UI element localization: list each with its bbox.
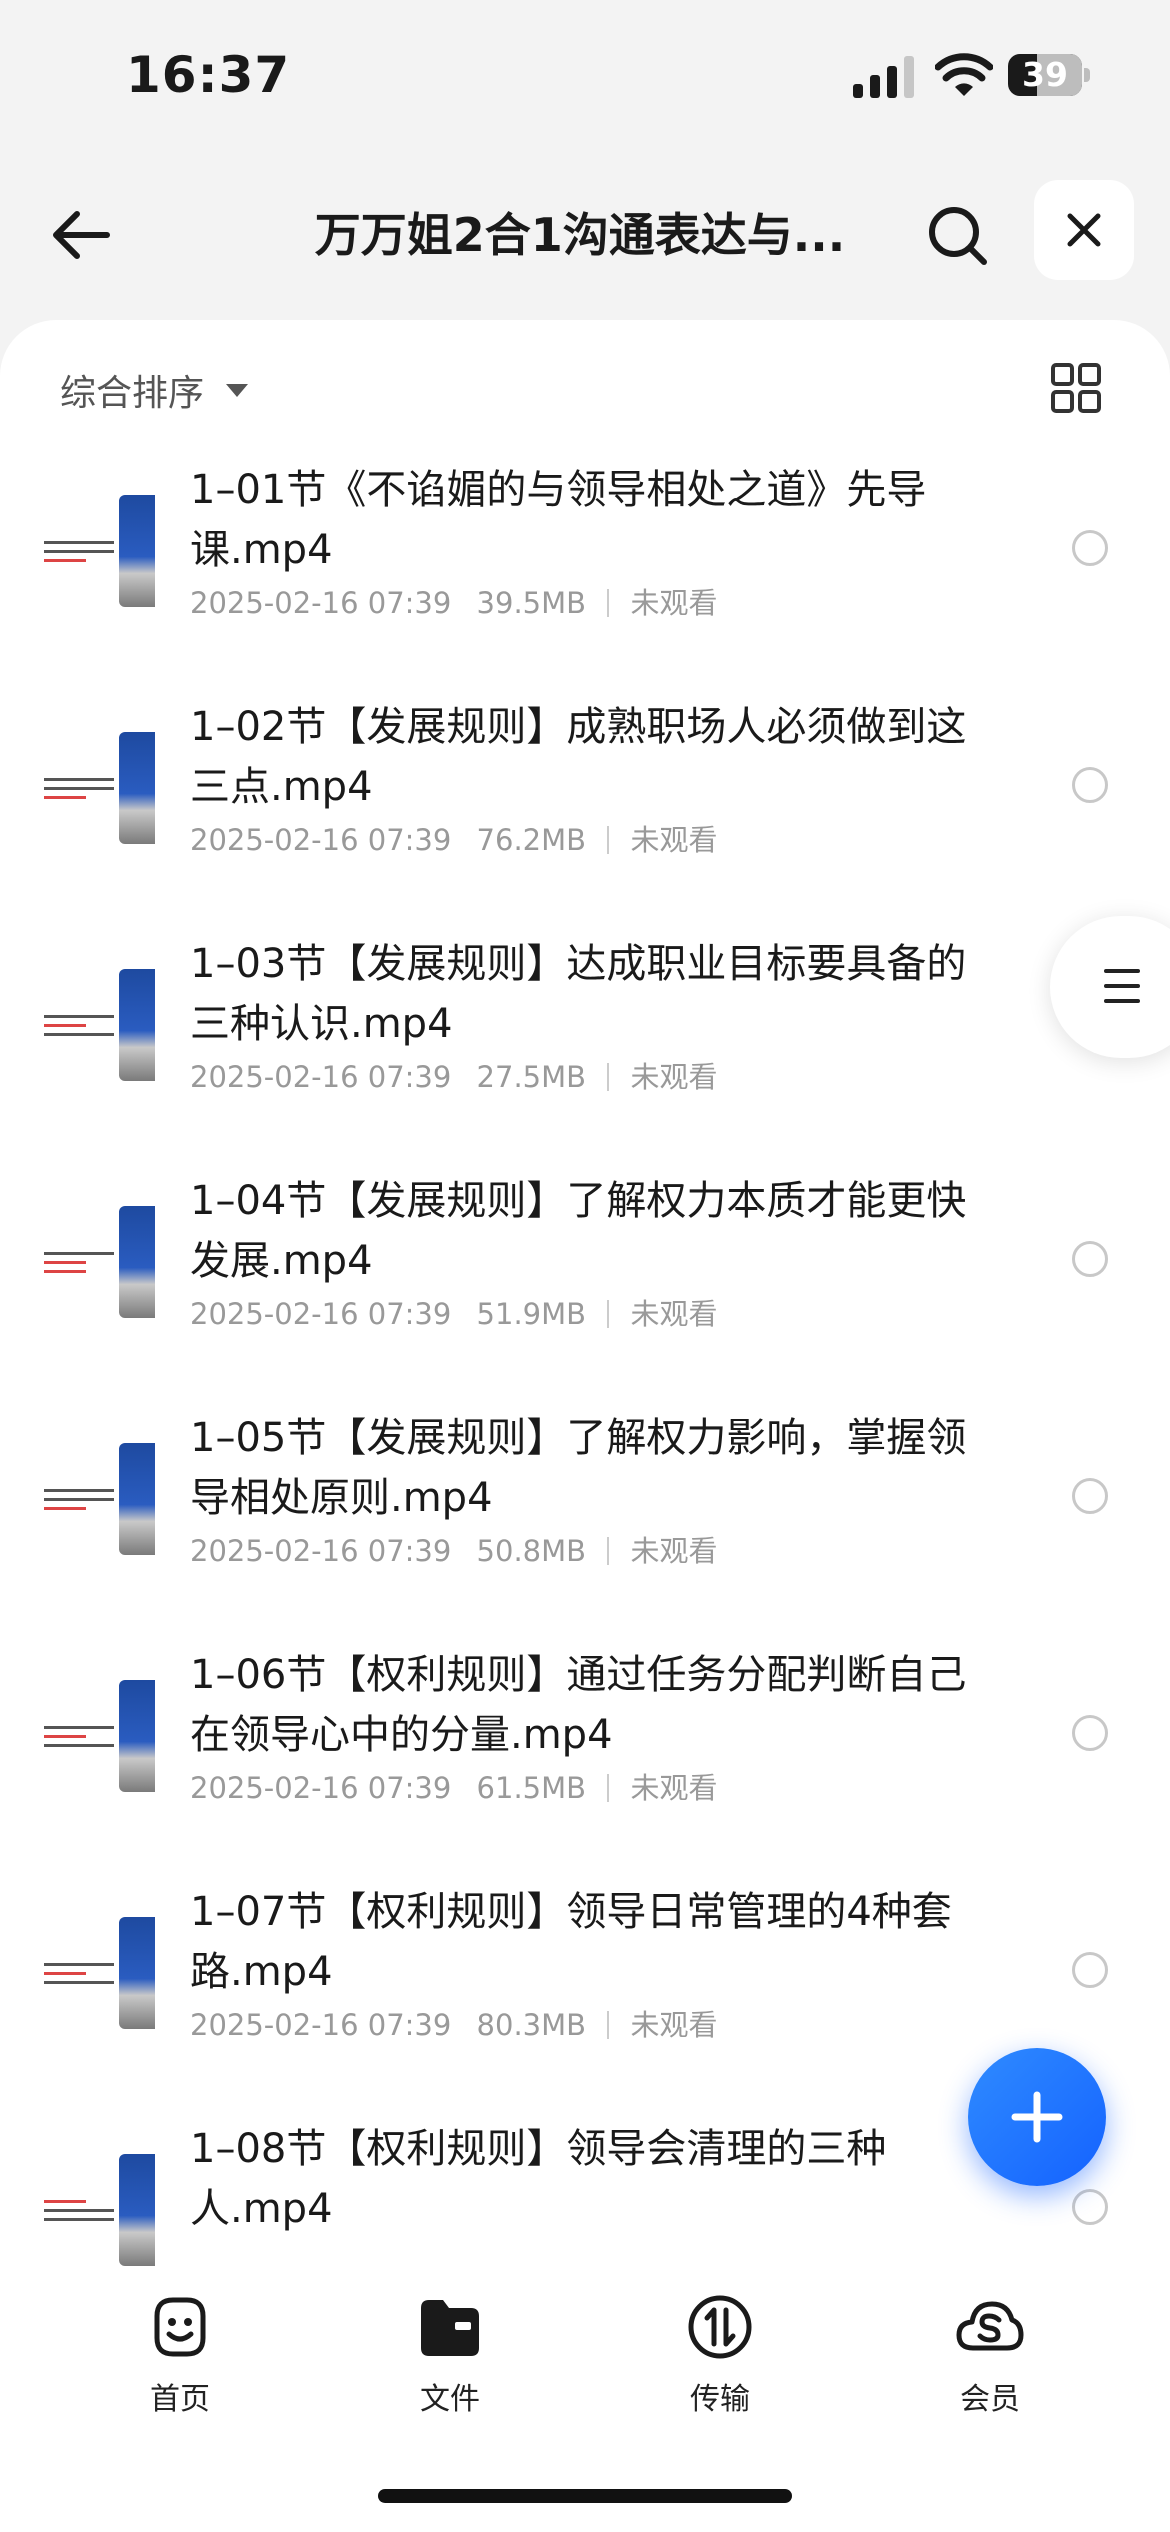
file-date: 2025-02-16 07:39	[190, 2008, 452, 2042]
file-size: 76.2MB	[476, 823, 587, 857]
tab-files[interactable]: 文件	[370, 2292, 530, 2418]
file-item[interactable]: 1–04节【发展规则】了解权力本质才能更快发展.mp4 2025-02-16 0…	[0, 1161, 1170, 1398]
watch-status: 未观看	[630, 1534, 718, 1568]
tab-label: 会员	[960, 2382, 1020, 2417]
file-meta: 2025-02-16 07:39 39.5MB 未观看	[190, 580, 718, 622]
video-thumbnail	[40, 1206, 155, 1318]
cellular-signal-icon	[853, 56, 914, 98]
video-thumbnail	[40, 495, 155, 607]
video-thumbnail	[40, 2154, 155, 2266]
file-date: 2025-02-16 07:39	[190, 1534, 452, 1568]
video-thumbnail	[40, 1680, 155, 1792]
menu-icon	[1104, 969, 1140, 1014]
file-item[interactable]: 1–01节《不谄媚的与领导相处之道》先导课.mp4 2025-02-16 07:…	[0, 450, 1170, 687]
tab-home[interactable]: 首页	[100, 2292, 260, 2418]
plus-icon	[1011, 2091, 1063, 2143]
status-bar: 16:37 39	[0, 0, 1170, 150]
smile-face-icon	[154, 2297, 206, 2357]
file-meta: 2025-02-16 07:39 80.3MB 未观看	[190, 2002, 718, 2044]
select-radio[interactable]	[1072, 1715, 1108, 1751]
file-date: 2025-02-16 07:39	[190, 1060, 452, 1094]
cloud-s-icon	[956, 2301, 1024, 2351]
file-meta: 2025-02-16 07:39 76.2MB 未观看	[190, 817, 718, 859]
file-name: 1–07节【权利规则】领导日常管理的4种套路.mp4	[190, 1889, 952, 1995]
folder-icon	[421, 2300, 479, 2356]
watch-status: 未观看	[630, 1297, 718, 1331]
file-size: 80.3MB	[476, 2008, 587, 2042]
video-thumbnail	[40, 732, 155, 844]
select-radio[interactable]	[1072, 1952, 1108, 1988]
file-date: 2025-02-16 07:39	[190, 586, 452, 620]
select-radio[interactable]	[1072, 767, 1108, 803]
file-name: 1–05节【发展规则】了解权力影响，掌握领导相处原则.mp4	[190, 1415, 967, 1521]
tab-label: 文件	[420, 2382, 480, 2417]
home-indicator	[378, 2489, 792, 2503]
file-list: 1–01节《不谄媚的与领导相处之道》先导课.mp4 2025-02-16 07:…	[0, 450, 1170, 2270]
tab-vip[interactable]: 会员	[910, 2292, 1070, 2418]
select-radio[interactable]	[1072, 2189, 1108, 2225]
tab-label: 传输	[690, 2382, 750, 2417]
battery-level: 39	[1022, 55, 1068, 94]
status-time: 16:37	[126, 46, 291, 104]
transfer-icon	[688, 2295, 752, 2359]
file-meta: 2025-02-16 07:39 50.8MB 未观看	[190, 1528, 718, 1570]
close-button[interactable]	[1034, 180, 1134, 280]
file-item[interactable]: 1–05节【发展规则】了解权力影响，掌握领导相处原则.mp4 2025-02-1…	[0, 1398, 1170, 1635]
header: 万万姐2合1沟通表达与...	[0, 160, 1170, 310]
video-thumbnail	[40, 1443, 155, 1555]
video-thumbnail	[40, 1917, 155, 2029]
watch-status: 未观看	[630, 586, 718, 620]
file-date: 2025-02-16 07:39	[190, 1297, 452, 1331]
back-arrow-icon	[53, 211, 110, 259]
select-radio[interactable]	[1072, 530, 1108, 566]
video-thumbnail	[40, 969, 155, 1081]
file-size: 27.5MB	[476, 1060, 587, 1094]
file-name: 1–02节【发展规则】成熟职场人必须做到这三点.mp4	[190, 704, 967, 810]
search-button[interactable]	[918, 196, 998, 276]
tab-transfer[interactable]: 传输	[640, 2292, 800, 2418]
file-name: 1–04节【发展规则】了解权力本质才能更快发展.mp4	[190, 1178, 967, 1284]
file-meta: 2025-02-16 07:39 61.5MB 未观看	[190, 1765, 718, 1807]
file-item[interactable]: 1–03节【发展规则】达成职业目标要具备的三种认识.mp4 2025-02-16…	[0, 924, 1170, 1161]
file-size: 50.8MB	[476, 1534, 587, 1568]
file-size: 51.9MB	[476, 1297, 587, 1331]
file-name: 1–03节【发展规则】达成职业目标要具备的三种认识.mp4	[190, 941, 967, 1047]
add-button[interactable]	[968, 2048, 1106, 2186]
file-name: 1–01节《不谄媚的与领导相处之道》先导课.mp4	[190, 467, 927, 573]
grid-view-icon[interactable]	[1050, 362, 1102, 414]
caret-down-icon	[226, 383, 249, 397]
file-date: 2025-02-16 07:39	[190, 1771, 452, 1805]
battery-icon: 39	[1008, 54, 1090, 96]
sort-dropdown[interactable]: 综合排序	[60, 362, 249, 418]
file-meta: 2025-02-16 07:39 51.9MB 未观看	[190, 1291, 718, 1333]
file-name: 1–08节【权利规则】领导会清理的三种人.mp4	[190, 2126, 887, 2232]
tab-label: 首页	[150, 2382, 210, 2417]
watch-status: 未观看	[630, 2008, 718, 2042]
file-date: 2025-02-16 07:39	[190, 823, 452, 857]
file-panel: 综合排序 1–01节《不谄媚的与领导相处之道》先导课.mp4 2025-02-1…	[0, 320, 1170, 2270]
close-icon	[1067, 213, 1101, 247]
select-radio[interactable]	[1072, 1241, 1108, 1277]
file-item[interactable]: 1–02节【发展规则】成熟职场人必须做到这三点.mp4 2025-02-16 0…	[0, 687, 1170, 924]
file-meta: 2025-02-16 07:39 27.5MB 未观看	[190, 1054, 718, 1096]
page-title: 万万姐2合1沟通表达与...	[314, 208, 846, 262]
watch-status: 未观看	[630, 823, 718, 857]
back-button[interactable]	[40, 194, 122, 276]
file-name: 1–06节【权利规则】通过任务分配判断自己在领导心中的分量.mp4	[190, 1652, 967, 1758]
watch-status: 未观看	[630, 1771, 718, 1805]
watch-status: 未观看	[630, 1060, 718, 1094]
select-radio[interactable]	[1072, 1478, 1108, 1514]
file-size: 39.5MB	[476, 586, 587, 620]
sort-label: 综合排序	[60, 373, 205, 414]
file-item[interactable]: 1–06节【权利规则】通过任务分配判断自己在领导心中的分量.mp4 2025-0…	[0, 1635, 1170, 1872]
file-size: 61.5MB	[476, 1771, 587, 1805]
search-icon	[929, 207, 987, 265]
wifi-icon	[935, 53, 993, 96]
